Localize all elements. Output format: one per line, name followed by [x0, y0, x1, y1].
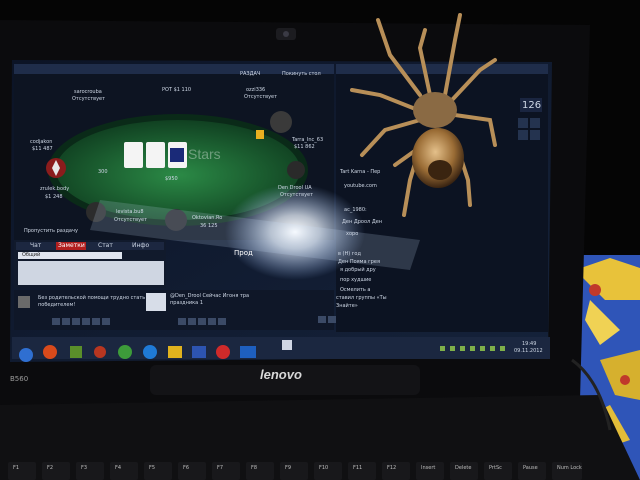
seat-1-name: sarocrouba: [74, 89, 102, 95]
lobby-line-5: хоро: [346, 231, 359, 237]
taskbar-time: 19:49: [522, 341, 537, 347]
chat-line-1: Без родительской помощи трудно стать: [38, 295, 146, 301]
lobby-line-8: я добрый дру: [340, 267, 376, 273]
tab-chat[interactable]: Чат: [30, 243, 41, 249]
seat-1-status: Отсутствует: [72, 96, 106, 102]
key-f3[interactable]: F3: [81, 466, 87, 471]
seat-2-status: Отсутствует: [244, 94, 278, 100]
chat-line-4: праздника 1: [170, 300, 203, 306]
seat-8-stack: 36 125: [200, 223, 218, 229]
seat-6-status: Отсутствует: [280, 192, 314, 198]
spider-body: [412, 92, 464, 188]
key-f11[interactable]: F11: [353, 466, 362, 471]
lobby-counter: 126: [522, 100, 542, 111]
taskbar-date: 09.11.2012: [514, 348, 543, 354]
lobby-line-4: Ден Дроол Ден: [342, 219, 383, 225]
seat-5-name: zrulek.body: [40, 186, 70, 192]
chat-line-2: победителем!: [38, 302, 76, 308]
tab-info[interactable]: Инфо: [132, 243, 149, 249]
seat-4-stack: $11 862: [294, 144, 315, 150]
seat-6-name: Den Drool UA: [278, 185, 312, 191]
key-pause[interactable]: Pause: [523, 466, 538, 471]
key-f7[interactable]: F7: [217, 466, 223, 471]
key-f2[interactable]: F2: [47, 466, 53, 471]
pot-label: POT $1 110: [162, 87, 192, 93]
seat-amount: $950: [165, 176, 178, 182]
key-f5[interactable]: F5: [149, 466, 155, 471]
top-label-hands: РАЗДАЧ: [240, 71, 261, 77]
seat-7-status: Отсутствует: [114, 217, 148, 223]
seat-3-stack: $11 487: [32, 146, 53, 152]
key-prtsc[interactable]: PrtSc: [489, 466, 502, 471]
seat-7-name: levista.bu8: [116, 209, 144, 215]
key-f8[interactable]: F8: [251, 466, 257, 471]
key-f12[interactable]: F12: [387, 466, 396, 471]
seat-8-name: Oktovian.Ro: [192, 215, 223, 221]
key-f1[interactable]: F1: [13, 466, 19, 471]
lobby-line-9: пор худшие: [340, 277, 372, 283]
chip-amount: 300: [98, 169, 108, 175]
key-f9[interactable]: F9: [285, 466, 291, 471]
seat-3-name: codjakon: [30, 139, 53, 145]
lenovo-logo: lenovo: [260, 367, 302, 382]
lobby-line-2: youtube.com: [344, 183, 377, 189]
chat-channel-select[interactable]: Общий: [22, 253, 40, 258]
key-delete[interactable]: Delete: [455, 466, 471, 471]
chat-line-3: @Den_Drool Сейчас Игоня тра: [170, 293, 250, 299]
leave-table-button[interactable]: Покинуть стол: [282, 72, 321, 77]
seat-2-name: ozzi336: [246, 87, 266, 93]
key-f6[interactable]: F6: [183, 466, 189, 471]
lobby-line-1: Tart Karna - Пер: [340, 169, 381, 175]
seat-5-stack: $1 248: [45, 194, 63, 200]
lobby-line-10: Осмелить а: [340, 287, 371, 293]
seat-4-name: Tarra_Inc_63: [292, 137, 324, 143]
lobby-line-6: в (H) год: [338, 251, 361, 257]
lobby-line-11: ставил группы «Ты: [336, 295, 387, 301]
key-insert[interactable]: Insert: [421, 466, 435, 471]
action-button[interactable]: Прод: [234, 250, 253, 257]
model-label: B560: [10, 375, 29, 383]
key-num-lock[interactable]: Num Lock: [557, 466, 582, 471]
pokerstars-logo: Stars: [188, 146, 221, 162]
tab-stats[interactable]: Стат: [98, 243, 113, 249]
key-f4[interactable]: F4: [115, 466, 121, 471]
lobby-line-3: ac_1980:: [344, 207, 367, 213]
lobby-line-7: Ден Пояма грея: [338, 259, 380, 265]
lobby-line-12: Знайте»: [336, 303, 358, 309]
key-f10[interactable]: F10: [319, 466, 328, 471]
sit-out-checkbox[interactable]: Пропустить раздачу: [24, 229, 78, 234]
tab-notes[interactable]: Заметки: [58, 243, 85, 249]
